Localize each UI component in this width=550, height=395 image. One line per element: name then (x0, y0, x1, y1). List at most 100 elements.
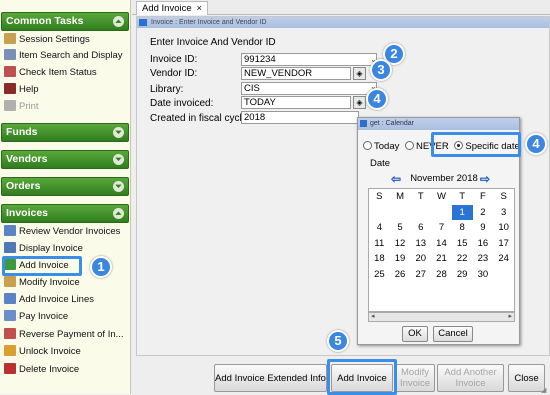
sidebar-item-label: Help (19, 84, 39, 95)
calendar-day[interactable]: 30 (473, 267, 494, 283)
cancel-button[interactable]: Cancel (433, 326, 473, 342)
panel-title: Invoices (6, 207, 49, 219)
modify-icon (4, 276, 16, 287)
expand-icon[interactable]: ⏷ (113, 181, 124, 192)
horizontal-scrollbar[interactable]: ◂ ▸ (368, 312, 515, 322)
close-button[interactable]: Close (508, 364, 545, 392)
calendar-day[interactable]: 1 (451, 204, 473, 220)
vendor-lookup-icon[interactable]: ◈ (353, 67, 366, 80)
calendar-day[interactable]: 5 (390, 220, 411, 236)
reverse-icon (4, 328, 16, 339)
calendar-day[interactable]: 23 (473, 251, 494, 267)
invoice-id-field[interactable]: 991234 (241, 53, 377, 66)
highlight-add-invoice-button (327, 359, 397, 395)
panel-invoices[interactable]: Invoices ⏶ (1, 204, 129, 223)
panel-orders[interactable]: Orders ⏷ (1, 177, 129, 196)
calendar-day[interactable]: 22 (452, 251, 473, 267)
sidebar-item-label: Display Invoice (19, 243, 83, 254)
calendar-day[interactable]: 20 (410, 251, 431, 267)
fiscal-cycle-field[interactable]: 2018 (241, 111, 359, 124)
radio-circle[interactable] (405, 141, 414, 150)
window-title-text: Invoice : Enter Invoice and Vendor ID (151, 19, 267, 26)
calendar-day[interactable]: 21 (431, 251, 452, 267)
collapse-icon[interactable]: ⏶ (113, 208, 124, 219)
sidebar-item-item-search[interactable]: Item Search and Display (4, 48, 126, 64)
calendar-day[interactable]: 25 (369, 267, 390, 283)
sidebar-item-display-invoice[interactable]: Display Invoice (4, 241, 126, 257)
calendar-day[interactable]: 2 (473, 205, 494, 221)
calendar-day[interactable]: 29 (452, 267, 473, 283)
callout-4: 4 (366, 88, 388, 110)
weekday-header: F (479, 191, 486, 203)
calendar-day[interactable]: 27 (410, 267, 431, 283)
calendar-empty-cell (410, 205, 431, 221)
panel-common-tasks[interactable]: Common Tasks ⏶ (1, 12, 129, 31)
calendar-day[interactable]: 11 (369, 236, 390, 252)
sidebar-item-label: Modify Invoice (19, 277, 80, 288)
lines-icon (4, 293, 16, 304)
calendar-day[interactable]: 16 (473, 236, 494, 252)
calendar-day[interactable]: 12 (390, 236, 411, 252)
sidebar-item-delete-invoice[interactable]: Delete Invoice (4, 362, 126, 378)
search-icon (4, 49, 16, 60)
date-invoiced-field[interactable]: TODAY (241, 96, 351, 109)
next-month-icon[interactable]: ⇨ (480, 172, 490, 186)
collapse-icon[interactable]: ⏶ (113, 16, 124, 27)
calendar-day[interactable]: 9 (473, 220, 494, 236)
sidebar-item-unlock-invoice[interactable]: Unlock Invoice (4, 344, 126, 360)
weekday-header: T (417, 191, 424, 203)
calendar-day[interactable]: 7 (431, 220, 452, 236)
sidebar-item-label: Item Search and Display (19, 50, 123, 61)
calendar-empty-cell (431, 205, 452, 221)
calendar-day[interactable]: 3 (493, 205, 514, 221)
sidebar-item-check-status[interactable]: Check Item Status (4, 65, 126, 81)
sidebar-item-help[interactable]: Help (4, 82, 126, 98)
calendar-days-table: S M T W T F S 1 2 3 4 5 6 7 8 9 10 11 12 13 14 15 16 17 18 19 20 21… (369, 189, 514, 282)
sidebar-item-reverse-payment[interactable]: Reverse Payment of In... (4, 327, 126, 343)
calendar-day[interactable]: 13 (410, 236, 431, 252)
library-label: Library: (150, 84, 184, 95)
scroll-right-icon[interactable]: ▸ (508, 313, 512, 321)
close-icon[interactable]: × (197, 3, 202, 13)
radio-today[interactable]: Today (363, 141, 399, 152)
radio-label: Today (374, 141, 400, 152)
modify-invoice-button: Modify Invoice (395, 364, 435, 392)
resize-grip-icon[interactable]: ◢ (541, 386, 546, 394)
vendor-id-field[interactable]: NEW_VENDOR (241, 67, 351, 80)
sidebar-item-session-settings[interactable]: Session Settings (4, 32, 126, 48)
calendar-day[interactable]: 26 (390, 267, 411, 283)
add-invoice-extended-info-button[interactable]: Add Invoice Extended Info (214, 364, 327, 392)
calendar-day[interactable]: 6 (410, 220, 431, 236)
calendar-day[interactable]: 24 (493, 251, 514, 267)
panel-vendors[interactable]: Vendors ⏷ (1, 150, 129, 169)
sidebar-item-label: Reverse Payment of In... (19, 329, 124, 340)
expand-icon[interactable]: ⏷ (113, 154, 124, 165)
sidebar-item-add-invoice-lines[interactable]: Add Invoice Lines (4, 292, 126, 308)
calendar-day[interactable]: 4 (369, 220, 390, 236)
calendar-day[interactable]: 10 (493, 220, 514, 236)
tab-add-invoice[interactable]: Add Invoice × (136, 1, 208, 15)
panel-title: Orders (6, 180, 41, 192)
panel-funds[interactable]: Funds ⏷ (1, 123, 129, 142)
radio-circle[interactable] (363, 141, 372, 150)
sidebar-item-label: Pay Invoice (19, 311, 69, 322)
sidebar-item-pay-invoice[interactable]: Pay Invoice (4, 309, 126, 325)
print-icon (4, 100, 16, 111)
calendar-day[interactable]: 17 (493, 236, 514, 252)
sidebar-item-review-vendor-invoices[interactable]: Review Vendor Invoices (4, 224, 126, 240)
library-select[interactable]: CIS (241, 82, 377, 95)
scroll-left-icon[interactable]: ◂ (371, 313, 375, 321)
display-icon (4, 242, 16, 253)
callout-1: 1 (90, 256, 112, 278)
calendar-day[interactable]: 18 (369, 251, 390, 267)
calendar-day[interactable]: 28 (431, 267, 452, 283)
expand-icon[interactable]: ⏷ (113, 127, 124, 138)
calendar-icon[interactable]: ◈ (353, 96, 366, 109)
calendar-day[interactable]: 14 (431, 236, 452, 252)
calendar-day[interactable]: 15 (452, 236, 473, 252)
panel-title: Vendors (6, 153, 48, 165)
calendar-day[interactable]: 8 (452, 220, 473, 236)
sidebar-item-modify-invoice[interactable]: Modify Invoice (4, 275, 126, 291)
calendar-day[interactable]: 19 (390, 251, 411, 267)
ok-button[interactable]: OK (402, 326, 428, 342)
